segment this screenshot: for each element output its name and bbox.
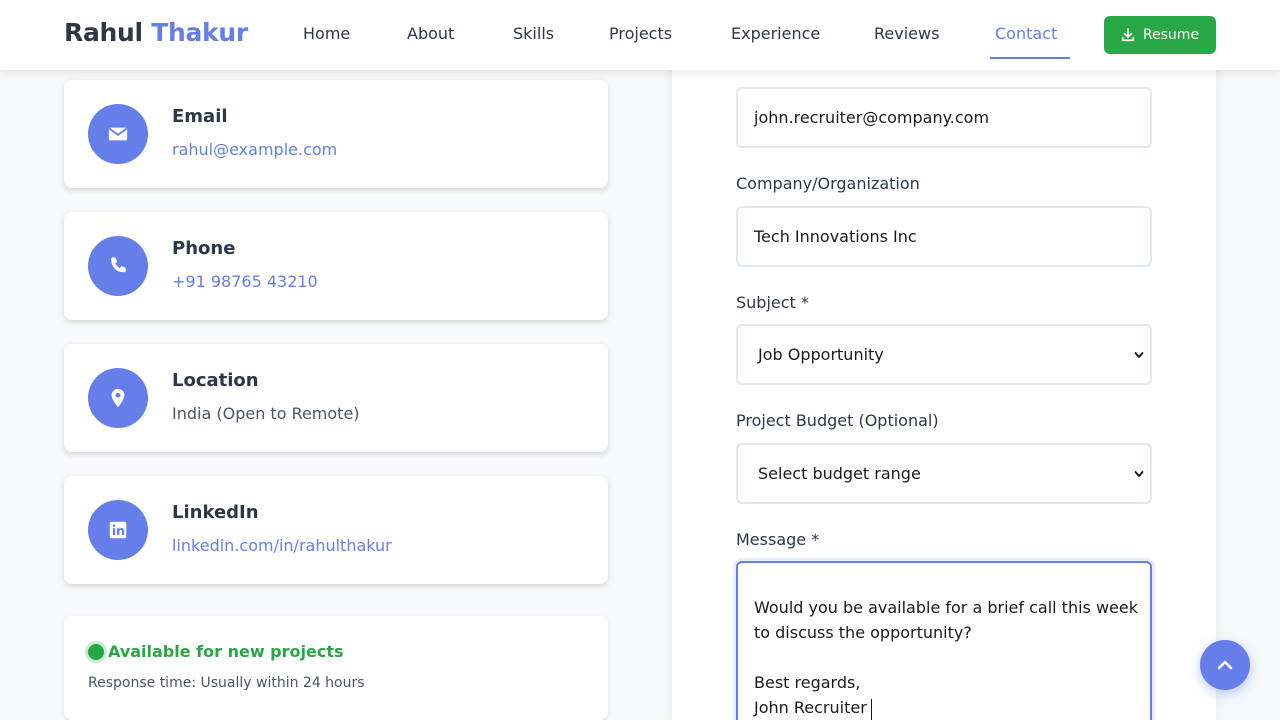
download-icon (1121, 28, 1135, 42)
text-caret (871, 699, 872, 720)
nav-reviews[interactable]: Reviews (874, 24, 939, 43)
contact-card-title: LinkedIn (172, 502, 259, 523)
contact-card-linkedin: LinkedIn linkedin.com/in/rahulthakur (64, 476, 608, 584)
phone-link[interactable]: +91 98765 43210 (172, 272, 318, 291)
company-field-value: Tech Innovations Inc (754, 227, 917, 246)
resume-download-button[interactable]: Resume (1104, 16, 1216, 54)
message-field-label: Message * (736, 530, 820, 549)
contact-card-title: Location (172, 370, 259, 391)
envelope-icon (108, 127, 128, 141)
contact-card-phone: Phone +91 98765 43210 (64, 212, 608, 320)
logo-last-name: Thakur (151, 18, 248, 47)
status-dot-icon (88, 644, 104, 660)
linkedin-icon-circle (88, 500, 148, 560)
nav-projects[interactable]: Projects (609, 24, 672, 43)
linkedin-link[interactable]: linkedin.com/in/rahulthakur (172, 536, 392, 555)
subject-field-label: Subject * (736, 293, 809, 312)
nav-experience[interactable]: Experience (731, 24, 820, 43)
nav-about[interactable]: About (407, 24, 454, 43)
message-line: Would you be available for a brief call … (754, 598, 1138, 617)
phone-icon-circle (88, 236, 148, 296)
chevron-up-icon (1217, 660, 1233, 670)
nav-contact[interactable]: Contact (995, 24, 1057, 43)
resume-label: Resume (1142, 27, 1200, 43)
chevron-down-icon (1134, 471, 1144, 477)
message-line: John Recruiter (754, 698, 867, 717)
subject-selected-value: Job Opportunity (758, 345, 884, 364)
budget-selected-value: Select budget range (758, 464, 921, 483)
scroll-to-top-button[interactable] (1200, 640, 1250, 690)
message-line: to discuss the opportunity? (754, 623, 972, 642)
active-nav-underline (990, 57, 1070, 59)
company-field[interactable]: Tech Innovations Inc (736, 206, 1152, 267)
budget-select[interactable]: Select budget range (736, 443, 1152, 504)
email-field-value: john.recruiter@company.com (754, 108, 990, 127)
availability-title: Available for new projects (108, 642, 344, 661)
contact-card-location: Location India (Open to Remote) (64, 344, 608, 452)
linkedin-icon (109, 521, 127, 539)
email-link[interactable]: rahul@example.com (172, 140, 337, 159)
email-icon-circle (88, 104, 148, 164)
company-field-label: Company/Organization (736, 174, 920, 193)
contact-card-email: Email rahul@example.com (64, 80, 608, 188)
map-pin-icon (111, 388, 125, 408)
message-line: Best regards, (754, 673, 861, 692)
contact-card-title: Email (172, 106, 228, 127)
location-value: India (Open to Remote) (172, 404, 360, 423)
phone-icon (111, 257, 126, 273)
availability-card: Available for new projects Response time… (64, 616, 608, 720)
response-time-text: Response time: Usually within 24 hours (88, 675, 365, 691)
nav-home[interactable]: Home (303, 24, 350, 43)
site-logo[interactable]: Rahul Thakur (64, 18, 248, 47)
subject-select[interactable]: Job Opportunity (736, 324, 1152, 385)
budget-field-label: Project Budget (Optional) (736, 411, 939, 430)
logo-first-name: Rahul (64, 18, 143, 47)
nav-skills[interactable]: Skills (513, 24, 554, 43)
message-textarea[interactable]: Would you be available for a brief call … (736, 561, 1152, 720)
contact-card-title: Phone (172, 238, 236, 259)
site-header: Rahul Thakur Home About Skills Projects … (0, 0, 1280, 70)
email-field[interactable]: john.recruiter@company.com (736, 87, 1152, 148)
location-icon-circle (88, 368, 148, 428)
chevron-down-icon (1134, 352, 1144, 358)
